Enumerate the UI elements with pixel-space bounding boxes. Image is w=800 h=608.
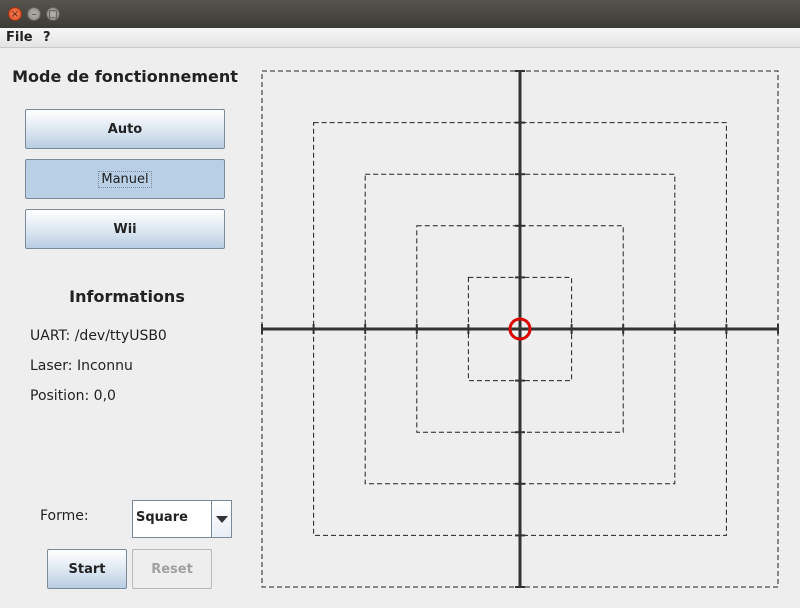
- position-info: Position: 0,0: [30, 388, 116, 404]
- shape-label: Forme:: [40, 508, 89, 524]
- reset-button: Reset: [132, 549, 212, 589]
- target-plot[interactable]: [259, 68, 783, 592]
- minimize-window-button[interactable]: –: [27, 7, 41, 21]
- start-button[interactable]: Start: [47, 549, 127, 589]
- wii-mode-label: Wii: [113, 221, 137, 237]
- menu-file[interactable]: File: [6, 30, 33, 45]
- auto-mode-label: Auto: [107, 121, 143, 137]
- wii-mode-button[interactable]: Wii: [25, 209, 225, 249]
- mode-title: Mode de fonctionnement: [12, 67, 238, 86]
- window-titlebar: × – □: [0, 0, 800, 28]
- laser-info: Laser: Inconnu: [30, 358, 133, 374]
- uart-info: UART: /dev/ttyUSB0: [30, 328, 167, 344]
- manual-mode-button[interactable]: Manuel: [25, 159, 225, 199]
- chevron-down-icon[interactable]: [212, 501, 231, 537]
- maximize-window-button[interactable]: □: [46, 7, 60, 21]
- menu-bar: File ?: [0, 28, 800, 48]
- shape-select-value: Square: [133, 501, 212, 537]
- shape-select[interactable]: Square: [132, 500, 232, 538]
- info-title: Informations: [69, 287, 185, 306]
- auto-mode-button[interactable]: Auto: [25, 109, 225, 149]
- menu-help[interactable]: ?: [43, 30, 51, 45]
- manual-mode-label: Manuel: [98, 170, 152, 188]
- close-window-button[interactable]: ×: [8, 7, 22, 21]
